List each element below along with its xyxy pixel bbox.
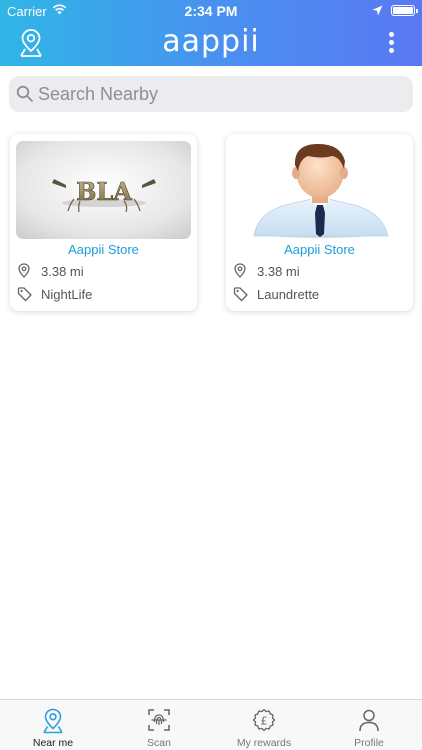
search-input[interactable]: [38, 81, 398, 107]
location-pin-icon: [18, 263, 30, 278]
store-name[interactable]: Aappii Store: [226, 242, 413, 257]
store-category: NightLife: [17, 286, 187, 304]
status-time: 2:34 PM: [184, 3, 238, 19]
store-name[interactable]: Aappii Store: [10, 242, 197, 257]
tab-scan[interactable]: Scan: [106, 700, 212, 750]
store-card[interactable]: Aappii Store 3.38 mi Laundrette: [226, 134, 413, 311]
tab-near-me[interactable]: Near me: [0, 700, 106, 750]
tab-bar: Near me Scan £ My rewards Profile: [0, 699, 422, 750]
pound-badge-icon: £: [252, 708, 276, 732]
distance-text: 3.38 mi: [257, 264, 300, 279]
store-distance: 3.38 mi: [233, 263, 403, 281]
tab-label: My rewards: [236, 737, 292, 749]
category-text: NightLife: [41, 287, 93, 302]
location-arrow-icon: [372, 5, 383, 16]
tab-label: Scan: [147, 737, 171, 749]
svg-text:£: £: [261, 715, 268, 728]
tab-label: Near me: [32, 737, 74, 749]
store-image: BLA: [16, 141, 191, 239]
category-text: Laundrette: [257, 287, 320, 302]
person-icon: [359, 709, 379, 732]
more-menu-icon[interactable]: [386, 32, 396, 54]
store-image: [232, 141, 407, 239]
status-bar: Carrier 2:34 PM: [0, 0, 422, 22]
tag-icon: [17, 287, 32, 302]
store-distance: 3.38 mi: [17, 263, 187, 281]
search-icon: [16, 85, 33, 102]
tab-profile[interactable]: Profile: [316, 700, 422, 750]
app-logo: aappii: [162, 24, 260, 59]
battery-icon: [391, 5, 418, 16]
tag-icon: [233, 287, 248, 302]
store-card[interactable]: BLA Aappii Store 3.38 mi NightLife: [10, 134, 197, 311]
app-header: Carrier 2:34 PM aappii: [0, 0, 422, 66]
tab-label: Profile: [354, 737, 384, 749]
tab-my-rewards[interactable]: £ My rewards: [211, 700, 317, 750]
search-bar[interactable]: [9, 76, 413, 112]
location-pin-icon: [43, 708, 63, 734]
location-pin-icon: [234, 263, 246, 278]
distance-text: 3.38 mi: [41, 264, 84, 279]
scan-fingerprint-icon: [148, 709, 170, 731]
store-category: Laundrette: [233, 286, 403, 304]
